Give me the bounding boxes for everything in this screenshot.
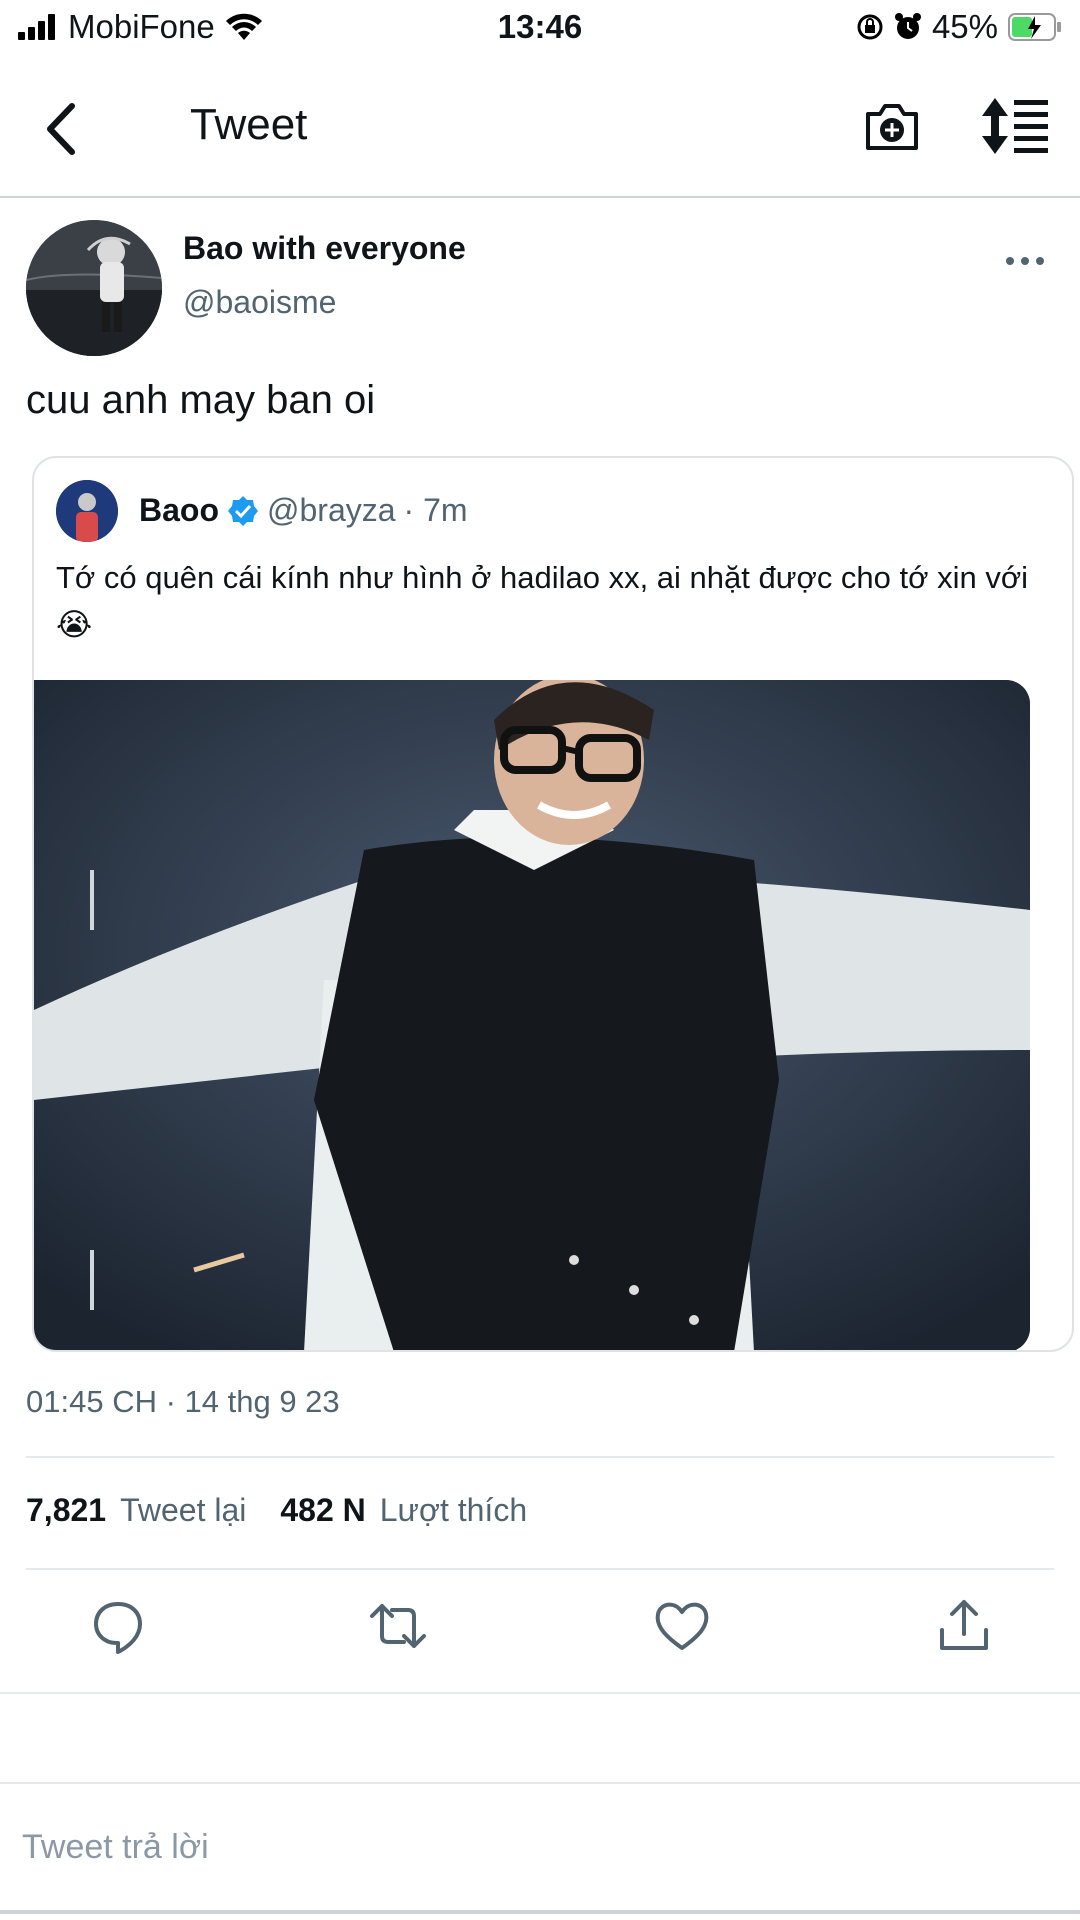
like-count[interactable]: 482 N bbox=[280, 1492, 365, 1529]
divider bbox=[26, 1568, 1054, 1570]
nav-bar: Tweet bbox=[0, 70, 1080, 198]
author-name[interactable]: Bao with everyone bbox=[183, 230, 466, 267]
back-arrow-icon[interactable] bbox=[30, 94, 100, 164]
page-title: Tweet bbox=[190, 100, 308, 149]
quote-media-image[interactable] bbox=[34, 680, 1030, 1350]
more-icon[interactable] bbox=[1000, 246, 1050, 276]
retweet-icon[interactable] bbox=[368, 1596, 428, 1656]
like-label[interactable]: Lượt thích bbox=[380, 1492, 527, 1529]
reply-composer bbox=[0, 1782, 1080, 1920]
tweet-text: cuu anh may ban oi bbox=[26, 378, 376, 422]
battery-percent: 45% bbox=[931, 8, 998, 45]
quote-avatar-photo bbox=[56, 480, 118, 542]
share-icon[interactable] bbox=[934, 1596, 994, 1656]
author-handle[interactable]: @baoisme bbox=[183, 284, 336, 321]
retweet-label[interactable]: Tweet lại bbox=[120, 1492, 246, 1529]
battery-icon bbox=[1008, 13, 1061, 41]
verified-icon bbox=[228, 495, 258, 526]
reply-input[interactable] bbox=[22, 1828, 1052, 1867]
like-icon[interactable] bbox=[652, 1596, 712, 1656]
sort-icon[interactable] bbox=[980, 96, 1050, 156]
orientation-lock-icon bbox=[857, 14, 883, 40]
divider bbox=[26, 1456, 1054, 1458]
retweet-count[interactable]: 7,821 bbox=[26, 1492, 106, 1529]
quote-avatar[interactable] bbox=[56, 480, 118, 542]
camera-add-icon[interactable] bbox=[862, 96, 922, 156]
avatar[interactable] bbox=[26, 220, 162, 356]
tweet-stats: 7,821 Tweet lại 482 N Lượt thích bbox=[26, 1492, 561, 1529]
quote-time: · 7m bbox=[403, 492, 468, 528]
reply-underline bbox=[0, 1910, 1080, 1914]
quote-author-name[interactable]: Baoo bbox=[139, 492, 219, 529]
reply-icon[interactable] bbox=[88, 1596, 148, 1656]
quoted-tweet[interactable]: Baoo @brayza · 7m Tớ có quên cái kính nh… bbox=[32, 456, 1074, 1352]
quote-author-handle[interactable]: @brayza bbox=[267, 492, 396, 529]
person-photo bbox=[34, 680, 1030, 1350]
action-bar bbox=[0, 1596, 1080, 1666]
status-bar: MobiFone 13:46 45% bbox=[0, 0, 1080, 56]
tweet-timestamp: 01:45 CH · 14 thg 9 23 bbox=[26, 1384, 340, 1419]
alarm-icon bbox=[894, 13, 921, 39]
divider bbox=[0, 1692, 1080, 1694]
quote-text: Tớ có quên cái kính như hình ở hadilao x… bbox=[56, 560, 1029, 642]
avatar-photo bbox=[26, 220, 162, 356]
